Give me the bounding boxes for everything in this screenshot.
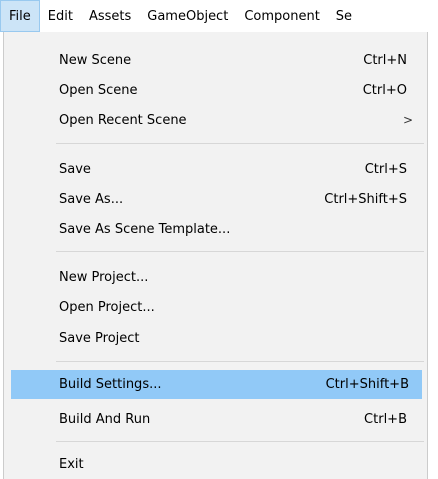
- menu-item-label: Build Settings...: [59, 377, 162, 392]
- menu-separator: [56, 143, 424, 144]
- menu-separator: [56, 251, 424, 252]
- menu-file-label: File: [9, 8, 31, 24]
- menu-item-save-project[interactable]: Save Project: [4, 324, 427, 353]
- menu-item-save-as-scene-template[interactable]: Save As Scene Template...: [4, 215, 427, 244]
- menu-component[interactable]: Component: [236, 0, 327, 32]
- menu-item-build-settings[interactable]: Build Settings... Ctrl+Shift+B: [11, 370, 422, 399]
- menu-item-exit[interactable]: Exit: [4, 450, 427, 479]
- menu-item-shortcut: Ctrl+Shift+S: [324, 192, 407, 207]
- menu-item-build-and-run[interactable]: Build And Run Ctrl+B: [4, 405, 427, 434]
- menu-edit[interactable]: Edit: [40, 0, 81, 32]
- menu-item-shortcut: Ctrl+B: [364, 412, 407, 427]
- chevron-right-icon: >: [402, 113, 413, 127]
- menu-gameobject-label: GameObject: [147, 8, 229, 24]
- menu-edit-label: Edit: [47, 8, 73, 24]
- menu-file[interactable]: File: [0, 0, 40, 32]
- menu-assets-label: Assets: [88, 8, 132, 24]
- menu-assets[interactable]: Assets: [81, 0, 139, 32]
- menu-item-save[interactable]: Save Ctrl+S: [4, 155, 427, 184]
- menu-item-label: Save As...: [59, 192, 124, 207]
- file-menu-dropdown: New Scene Ctrl+N Open Scene Ctrl+O Open …: [3, 32, 428, 479]
- menu-item-label: Save: [59, 162, 91, 177]
- menu-item-label: New Project...: [59, 270, 149, 285]
- menu-item-new-project[interactable]: New Project...: [4, 263, 427, 292]
- menu-item-label: Open Scene: [59, 83, 138, 98]
- menu-item-shortcut: Ctrl+N: [363, 53, 407, 68]
- menu-item-label: Build And Run: [59, 412, 151, 427]
- menu-item-save-as[interactable]: Save As... Ctrl+Shift+S: [4, 185, 427, 214]
- menu-item-label: Open Recent Scene: [59, 113, 187, 128]
- menu-item-label: New Scene: [59, 53, 132, 68]
- menu-bar: File Edit Assets GameObject Component Se: [0, 0, 438, 32]
- menu-item-shortcut: Ctrl+Shift+B: [325, 377, 409, 392]
- menu-item-shortcut: Ctrl+S: [364, 162, 407, 177]
- menu-gameobject[interactable]: GameObject: [139, 0, 236, 32]
- menu-item-label: Exit: [59, 457, 84, 472]
- menu-component-label: Component: [244, 8, 320, 24]
- menu-item-shortcut: Ctrl+O: [362, 83, 407, 98]
- menu-item-label: Open Project...: [59, 300, 155, 315]
- menu-item-open-scene[interactable]: Open Scene Ctrl+O: [4, 76, 427, 105]
- menu-separator: [56, 361, 424, 362]
- menu-item-new-scene[interactable]: New Scene Ctrl+N: [4, 46, 427, 75]
- menu-services-truncated[interactable]: Se: [328, 0, 360, 32]
- menu-services-label: Se: [335, 8, 353, 24]
- menu-item-label: Save As Scene Template...: [59, 222, 231, 237]
- menu-separator: [56, 441, 424, 442]
- menu-item-label: Save Project: [59, 331, 140, 346]
- menu-item-open-project[interactable]: Open Project...: [4, 293, 427, 322]
- menu-item-open-recent-scene[interactable]: Open Recent Scene >: [4, 106, 427, 135]
